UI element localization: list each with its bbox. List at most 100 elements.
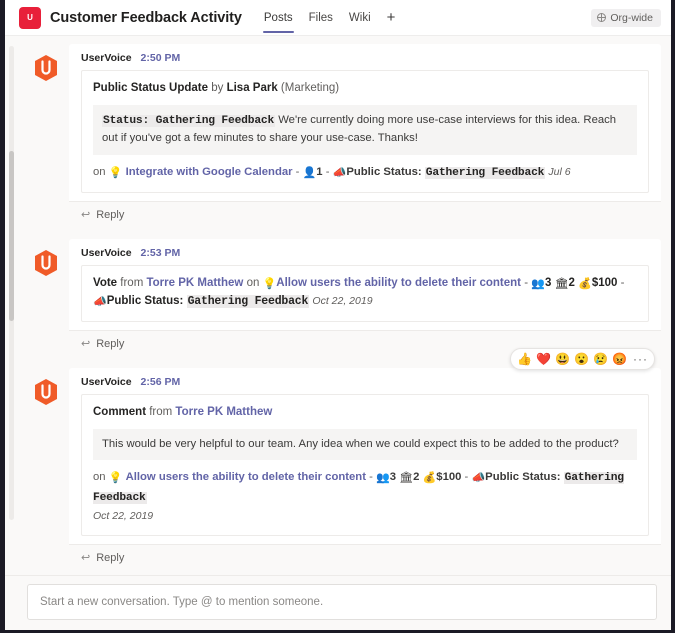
new-conversation-box[interactable]: Start a new conversation. Type @ to ment… [27,584,657,620]
page-title: Customer Feedback Activity [50,9,242,26]
voter-link[interactable]: Torre PK Matthew [146,277,243,289]
angry-icon[interactable]: 😡 [612,353,627,365]
lightbulb-icon: 💡 [108,166,123,179]
post-avatar-column [23,368,69,570]
post-card: Comment from Torre PK Matthew This would… [81,394,649,537]
reply-arrow-icon: ↩ [81,209,91,222]
more-options-icon[interactable]: ··· [631,352,648,366]
megaphone-icon: 📣 [93,296,107,309]
thumbsup-icon[interactable]: 👍 [517,353,532,365]
conversation-feed: UserVoice 2:50 PM Public Status Update b… [5,36,671,575]
post-author: UserVoice [81,376,132,389]
post-meta: UserVoice 2:50 PM [81,52,649,64]
stat-value: 3 [389,471,397,484]
stat-value: 2 [568,277,575,290]
sad-icon[interactable]: 😢 [593,353,608,365]
link-line: on 💡 Allow users the ability to delete t… [93,471,624,522]
composer-placeholder: Start a new conversation. Type @ to ment… [40,596,324,608]
card-title-on: on [243,277,263,290]
post-avatar-column [23,239,69,356]
idea-link[interactable]: Allow users the ability to delete their … [126,471,366,483]
card-title-suffix: (Marketing) [277,82,340,94]
idea-link[interactable]: Allow users the ability to delete their … [276,277,521,289]
tab-posts[interactable]: Posts [256,0,301,35]
quote-block: This would be very helpful to our team. … [93,428,637,461]
card-title-lead: Comment [93,406,147,419]
reply-button[interactable]: ↩ Reply [69,201,661,228]
post-item: UserVoice 2:56 PM Comment from Torre PK … [23,368,661,571]
tab-files-label: Files [308,11,333,24]
feed-scrollbar-thumb[interactable] [9,151,14,321]
megaphone-icon: 📣 [332,166,347,179]
quote-text: This would be very helpful to our team. … [102,437,619,450]
uservoice-logo-icon [33,249,59,277]
status-value: Gathering Feedback [424,166,546,179]
reply-label: Reply [96,208,125,221]
card-title-connector: by [208,82,227,94]
card-title-connector: from [146,406,176,419]
post-body: UserVoice 2:56 PM Comment from Torre PK … [69,368,661,571]
tab-posts-label: Posts [263,11,293,24]
card-title-lead: Vote [93,277,118,290]
lightbulb-icon: 💡 [108,472,123,485]
quote-block: Status: Gathering Feedback We're current… [93,104,637,155]
reply-arrow-icon: ↩ [81,552,91,565]
post-author: UserVoice [81,247,132,260]
tab-bar: Posts Files Wiki + [256,0,404,35]
tab-files[interactable]: Files [301,0,341,35]
people-icon: 👥 [531,278,545,291]
post-item: UserVoice 2:53 PM Vote from Torre PK Mat… [23,239,661,371]
post-author: UserVoice [81,52,132,64]
person-icon: 👤 [302,166,317,179]
link-line-date: Oct 22, 2019 [312,295,373,308]
card-title: Public Status Update by Lisa Park (Marke… [93,80,637,97]
channel-header: U Customer Feedback Activity Posts Files… [5,0,671,36]
status-prefix: Public Status: [346,165,422,178]
card-title-lead: Public Status Update [93,82,209,94]
link-line-date: Oct 22, 2019 [93,509,154,522]
commenter-link[interactable]: Torre PK Matthew [175,406,272,418]
post-card: Vote from Torre PK Matthew on 💡Allow use… [81,265,649,323]
idea-link[interactable]: Integrate with Google Calendar [126,166,293,178]
add-tab-button[interactable]: + [379,0,404,35]
lightbulb-icon: 💡 [262,278,277,291]
globe-icon [597,13,607,22]
megaphone-icon: 📣 [471,472,486,485]
link-line-date: Jul 6 [548,165,571,178]
card-title: Comment from Torre PK Matthew [93,404,637,421]
feed-scrollbar-track[interactable] [9,46,14,520]
stat-value: 2 [413,471,420,484]
card-title-name: Lisa Park [226,82,278,94]
link-line: on 💡 Integrate with Google Calendar - 👤1… [93,165,571,179]
composer-area: Start a new conversation. Type @ to ment… [5,575,671,630]
laugh-icon[interactable]: 😃 [555,353,570,365]
reply-button[interactable]: ↩ Reply [69,544,661,571]
tab-wiki-label: Wiki [348,11,371,24]
surprised-icon[interactable]: 😮 [574,353,589,365]
org-badge-label: Org-wide [610,11,653,24]
post-timestamp: 2:53 PM [140,247,181,260]
post-meta: UserVoice 2:53 PM [81,247,649,259]
heart-icon[interactable]: ❤️ [536,353,551,365]
reply-label: Reply [96,337,125,350]
stat-value: 3 [544,277,552,290]
reaction-bar: 👍 ❤️ 😃 😮 😢 😡 ··· [510,348,655,371]
uservoice-logo-icon [33,378,59,406]
bank-icon: 🏛 [554,278,569,291]
post-timestamp: 2:50 PM [140,52,181,64]
status-badge: Org-wide [591,8,661,27]
tab-wiki[interactable]: Wiki [341,0,379,35]
moneybag-icon: 💰 [422,472,437,485]
moneybag-icon: 💰 [578,278,592,291]
uservoice-logo-icon [33,54,59,82]
status-label: Status: Gathering Feedback [102,114,276,127]
link-line-prefix: on [93,165,106,178]
bank-icon: 🏛 [399,472,414,485]
reply-label: Reply [96,551,125,564]
post-item: UserVoice 2:50 PM Public Status Update b… [23,44,661,228]
post-body: UserVoice 2:53 PM Vote from Torre PK Mat… [69,239,661,357]
card-title-connector: from [117,277,147,290]
link-line-prefix: on [93,471,106,484]
reply-arrow-icon: ↩ [81,338,91,351]
teams-window: U Customer Feedback Activity Posts Files… [0,0,675,633]
